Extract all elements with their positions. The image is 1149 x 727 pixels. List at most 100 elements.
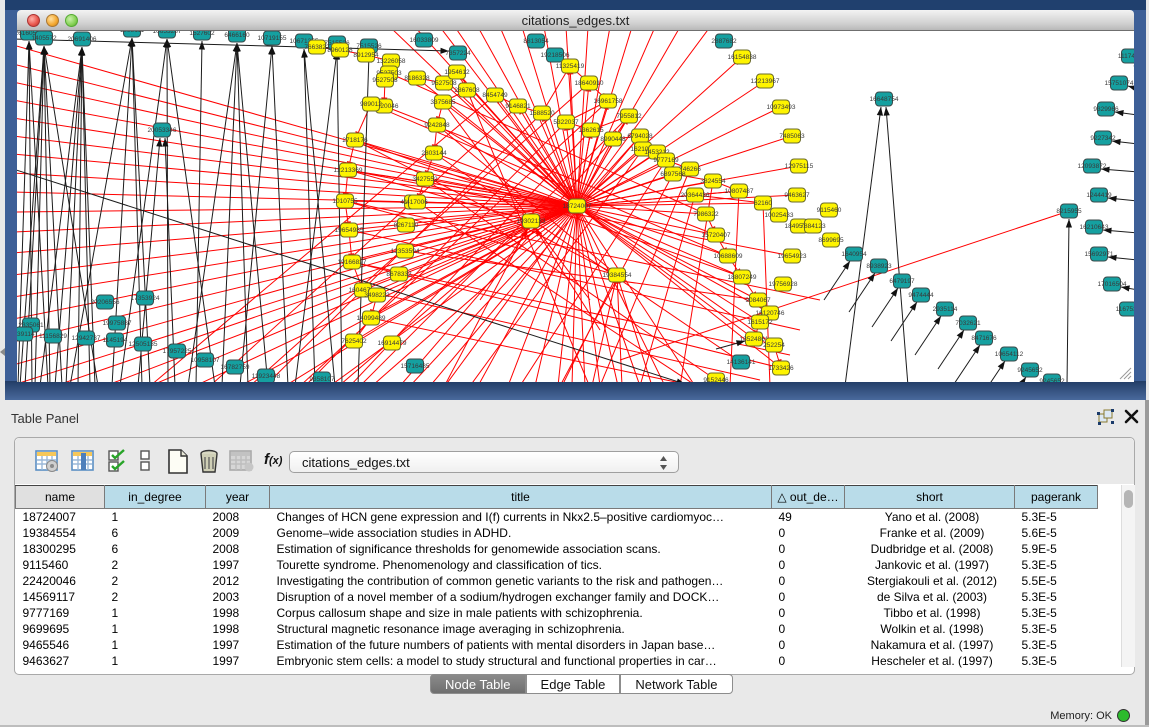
svg-text:9242848: 9242848 xyxy=(424,122,450,129)
svg-text:3498222: 3498222 xyxy=(364,292,390,299)
svg-text:13226058: 13226058 xyxy=(377,58,406,65)
svg-text:15720407: 15720407 xyxy=(702,232,731,239)
svg-text:8215955: 8215955 xyxy=(1056,208,1082,215)
svg-text:2887682: 2887682 xyxy=(711,38,737,45)
svg-text:19302133: 19302133 xyxy=(517,218,546,225)
svg-text:9245652: 9245652 xyxy=(1039,378,1065,382)
svg-text:12213967: 12213967 xyxy=(751,78,780,85)
svg-text:1362615: 1362615 xyxy=(578,127,604,134)
svg-text:1145194: 1145194 xyxy=(103,337,128,344)
svg-text:1615172: 1615172 xyxy=(747,319,773,326)
svg-text:1733426: 1733426 xyxy=(768,365,794,372)
svg-text:2803144: 2803144 xyxy=(421,150,447,157)
svg-text:1010755: 1010755 xyxy=(332,198,358,205)
svg-text:17353924: 17353924 xyxy=(131,295,160,302)
svg-text:19218506: 19218506 xyxy=(541,52,570,59)
svg-text:7625402: 7625402 xyxy=(341,338,367,345)
svg-text:8990448: 8990448 xyxy=(600,136,626,143)
svg-text:1933111: 1933111 xyxy=(120,31,145,34)
svg-text:16782759: 16782759 xyxy=(221,364,250,371)
svg-text:16961758: 16961758 xyxy=(594,98,623,105)
svg-text:16914479: 16914479 xyxy=(378,340,407,347)
svg-text:7955812: 7955812 xyxy=(616,113,642,120)
svg-text:12353594: 12353594 xyxy=(391,248,420,255)
svg-text:2718176: 2718176 xyxy=(342,137,368,144)
svg-text:8186328: 8186328 xyxy=(404,75,430,82)
svg-text:10958107: 10958107 xyxy=(191,357,220,364)
svg-text:7357224: 7357224 xyxy=(445,50,471,57)
svg-text:20364436: 20364436 xyxy=(681,192,710,199)
svg-text:16033809: 16033809 xyxy=(410,37,439,44)
svg-text:1405572: 1405572 xyxy=(31,35,57,42)
svg-text:1117453: 1117453 xyxy=(1118,53,1134,60)
svg-text:9474444: 9474444 xyxy=(908,292,934,299)
svg-text:9358107: 9358107 xyxy=(309,376,335,382)
svg-text:11325419: 11325419 xyxy=(556,63,585,70)
svg-text:3427552: 3427552 xyxy=(412,176,438,183)
svg-text:7032621: 7032621 xyxy=(955,320,981,327)
svg-text:20053346: 20053346 xyxy=(148,127,177,134)
svg-text:12942737: 12942737 xyxy=(72,335,101,342)
svg-text:9245652: 9245652 xyxy=(1017,367,1043,374)
svg-text:1954612: 1954612 xyxy=(444,69,470,76)
svg-text:19975887: 19975887 xyxy=(103,320,132,327)
svg-text:9527503: 9527503 xyxy=(372,77,398,84)
svg-text:9152446: 9152446 xyxy=(703,377,729,382)
svg-text:62160: 62160 xyxy=(754,200,772,207)
svg-text:14099489: 14099489 xyxy=(357,315,386,322)
svg-text:8960128: 8960128 xyxy=(327,47,353,54)
svg-text:11156829: 11156829 xyxy=(39,333,67,340)
svg-text:5322037: 5322037 xyxy=(553,119,579,126)
svg-text:12975115: 12975115 xyxy=(785,163,814,170)
svg-text:6466160: 6466160 xyxy=(224,32,250,39)
svg-text:20691406: 20691406 xyxy=(68,36,97,43)
svg-text:8912954: 8912954 xyxy=(353,52,379,59)
svg-text:8813054: 8813054 xyxy=(523,38,549,45)
svg-text:16154838: 16154838 xyxy=(728,54,757,61)
svg-text:16648754: 16648754 xyxy=(870,96,899,103)
svg-text:6479197: 6479197 xyxy=(889,278,915,285)
svg-text:6897568: 6897568 xyxy=(660,171,686,178)
svg-text:9115460: 9115460 xyxy=(817,207,842,214)
svg-text:11923448: 11923448 xyxy=(252,373,281,380)
svg-text:417006: 417006 xyxy=(406,199,428,206)
svg-text:8267110: 8267110 xyxy=(394,222,419,229)
svg-text:7986322: 7986322 xyxy=(693,211,719,218)
svg-text:939114: 939114 xyxy=(17,331,35,338)
svg-text:19384554: 19384554 xyxy=(603,272,632,279)
svg-text:3375685: 3375685 xyxy=(430,99,456,106)
svg-text:9227342: 9227342 xyxy=(1090,135,1116,142)
svg-text:19654923: 19654923 xyxy=(778,253,807,260)
svg-text:12505135: 12505135 xyxy=(129,341,158,348)
svg-text:20206556: 20206556 xyxy=(91,299,120,306)
svg-text:10807487: 10807487 xyxy=(725,188,754,195)
svg-text:15751074: 15751074 xyxy=(1105,80,1134,87)
svg-text:10973493: 10973493 xyxy=(767,104,796,111)
svg-text:17016504: 17016504 xyxy=(1098,281,1127,288)
svg-text:989012: 989012 xyxy=(360,101,382,108)
svg-text:7485063: 7485063 xyxy=(779,133,805,140)
svg-text:252254: 252254 xyxy=(763,342,785,349)
svg-text:8471676: 8471676 xyxy=(971,335,997,342)
svg-text:7663822: 7663822 xyxy=(304,44,330,51)
svg-text:1527602: 1527602 xyxy=(189,31,215,37)
svg-text:18640910: 18640910 xyxy=(575,80,604,87)
svg-text:1640954: 1640954 xyxy=(841,251,867,258)
svg-text:10719155: 10719155 xyxy=(258,35,287,42)
svg-text:9084067: 9084067 xyxy=(745,297,771,304)
svg-text:10025433: 10025433 xyxy=(765,212,794,219)
svg-text:7884123: 7884123 xyxy=(800,223,826,230)
svg-text:10688609: 10688609 xyxy=(714,253,743,260)
svg-text:9329966: 9329966 xyxy=(1093,106,1119,113)
svg-text:2935114: 2935114 xyxy=(933,306,958,313)
svg-text:8454749: 8454749 xyxy=(482,92,508,99)
svg-text:8938923: 8938923 xyxy=(866,263,892,270)
svg-text:15692971: 15692971 xyxy=(1085,251,1114,258)
svg-text:10654112: 10654112 xyxy=(995,351,1024,358)
svg-text:1588520: 1588520 xyxy=(529,110,555,117)
svg-text:9777169: 9777169 xyxy=(653,157,679,164)
svg-text:6794028: 6794028 xyxy=(627,133,653,140)
svg-text:19654985: 19654985 xyxy=(335,227,364,234)
svg-text:9527508: 9527508 xyxy=(431,80,457,87)
svg-text:9463627: 9463627 xyxy=(784,192,810,199)
